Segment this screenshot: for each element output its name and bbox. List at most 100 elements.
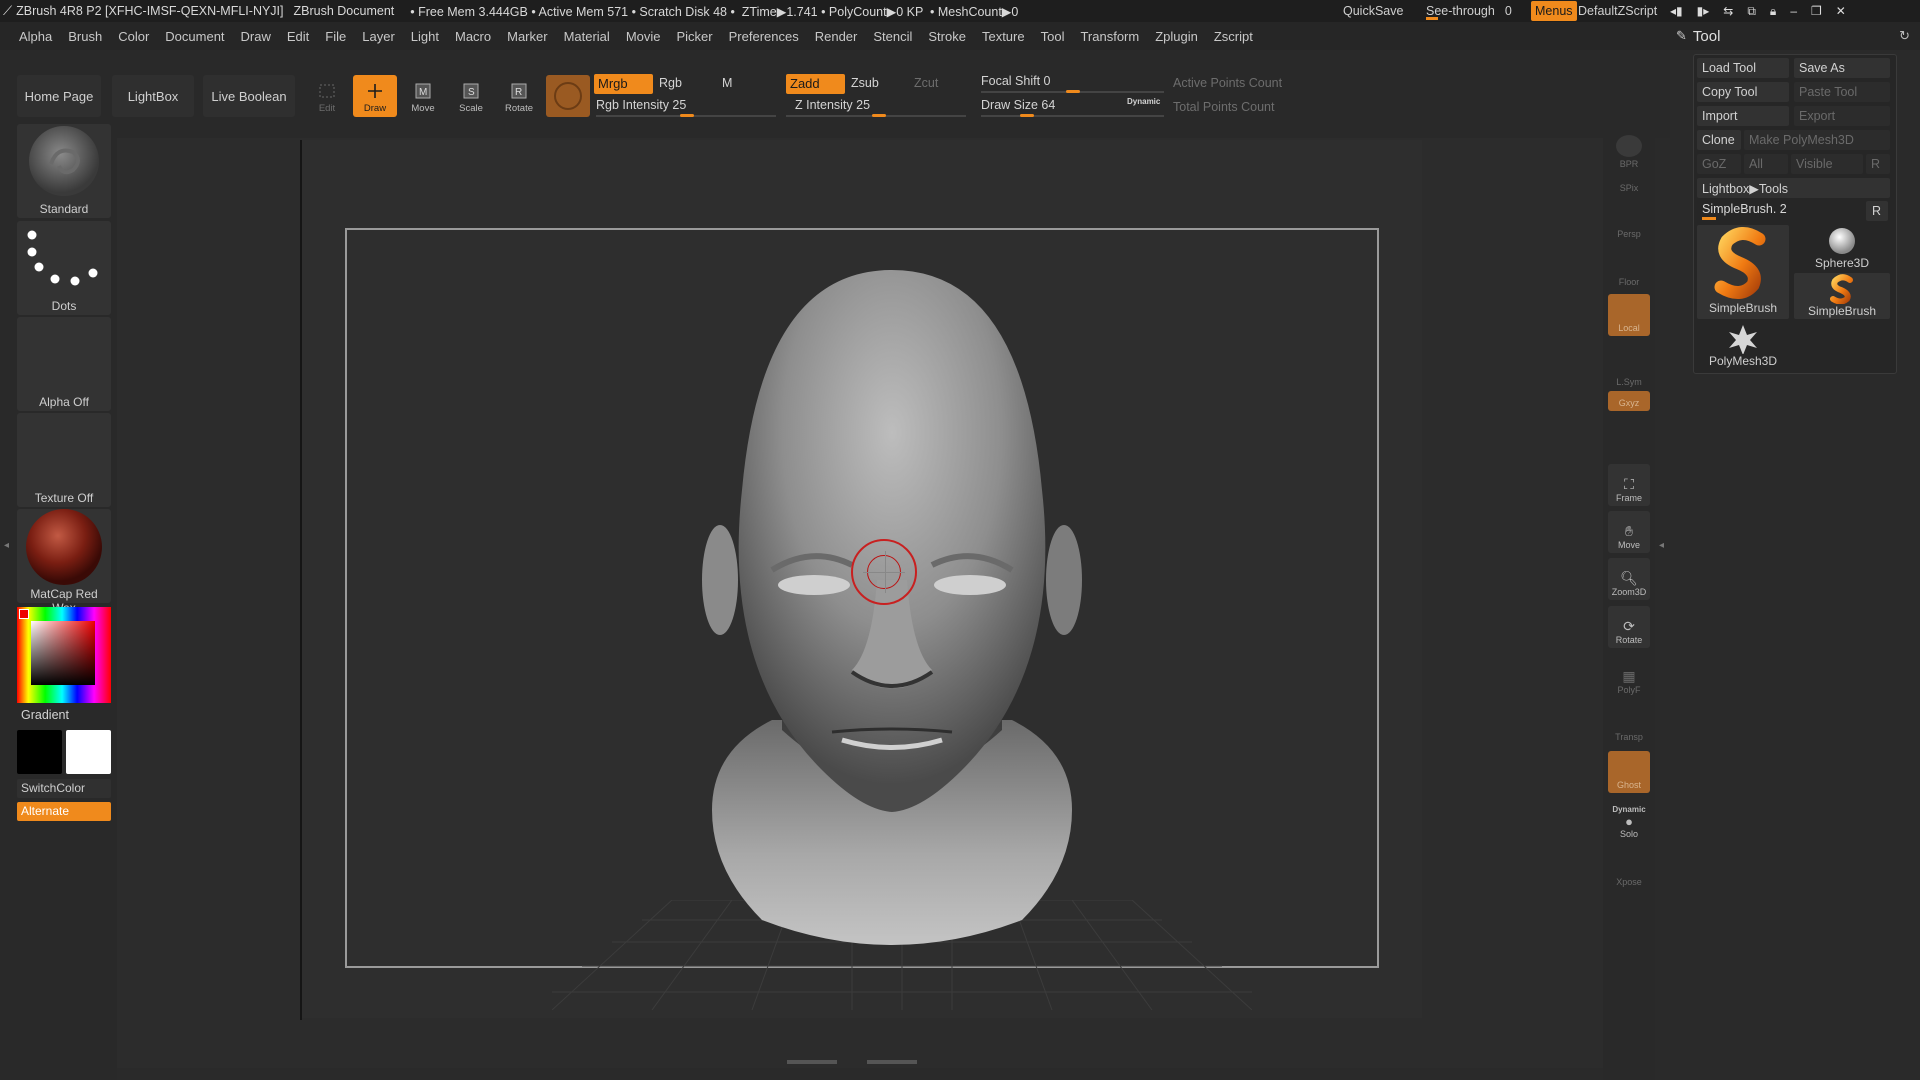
zoom3d-button[interactable]: 🔍︎ Zoom3D (1608, 558, 1650, 600)
tool-thumb-simplebrush[interactable]: SimpleBrush (1697, 225, 1789, 319)
live-boolean-button[interactable]: Live Boolean (203, 75, 295, 117)
brush-selector[interactable]: Standard (17, 124, 111, 218)
zsub-toggle[interactable]: Zsub (851, 76, 879, 90)
menu-document[interactable]: Document (157, 29, 232, 44)
current-tool-slider[interactable]: SimpleBrush. 2 (1697, 200, 1862, 220)
goz-button[interactable]: GoZ (1697, 154, 1741, 174)
alpha-selector[interactable]: Alpha Off (17, 317, 111, 411)
rotate-view-button[interactable]: ⟳ Rotate (1608, 606, 1650, 648)
persp-button[interactable]: Persp (1608, 200, 1650, 242)
make-polymesh-button[interactable]: Make PolyMesh3D (1744, 130, 1890, 150)
see-through-slider[interactable]: See-through 0 (1426, 0, 1518, 22)
head-sculpt[interactable] (702, 250, 1082, 990)
scale-mode-button[interactable]: S Scale (449, 75, 493, 117)
stroke-selector[interactable]: Dots (17, 221, 111, 315)
canvas[interactable] (302, 140, 1422, 1018)
tool-r-button[interactable]: R (1866, 201, 1888, 221)
menu-tool[interactable]: Tool (1033, 29, 1073, 44)
edit-mode-button[interactable]: Edit (305, 75, 349, 117)
solo-button[interactable]: Dynamic ● Solo (1608, 796, 1650, 842)
local-button[interactable]: Local (1608, 294, 1650, 336)
menu-movie[interactable]: Movie (618, 29, 669, 44)
menu-file[interactable]: File (317, 29, 354, 44)
menus-toggle[interactable]: Menus (1531, 1, 1577, 21)
menu-texture[interactable]: Texture (974, 29, 1033, 44)
color-square[interactable] (31, 621, 95, 685)
menu-zscript[interactable]: Zscript (1206, 29, 1261, 44)
zcut-toggle[interactable]: Zcut (914, 76, 938, 90)
import-button[interactable]: Import (1697, 106, 1789, 126)
menu-macro[interactable]: Macro (447, 29, 499, 44)
z-intensity-slider[interactable]: Z Intensity 25 (795, 98, 870, 112)
copy-tool-button[interactable]: Copy Tool (1697, 82, 1789, 102)
m-toggle[interactable]: M (722, 76, 732, 90)
goz-all-button[interactable]: All (1744, 154, 1788, 174)
default-zscript-button[interactable]: DefaultZScript (1578, 0, 1657, 22)
rgb-intensity-slider[interactable]: Rgb Intensity 25 (596, 98, 686, 112)
menu-render[interactable]: Render (807, 29, 866, 44)
goz-visible-button[interactable]: Visible (1791, 154, 1863, 174)
menu-edit[interactable]: Edit (279, 29, 317, 44)
bpr-button[interactable]: BPR (1608, 130, 1650, 172)
layout-left-icon[interactable]: ◂▮ (1670, 4, 1683, 18)
move-mode-button[interactable]: M Move (401, 75, 445, 117)
left-collapse-icon[interactable]: ◂ (4, 540, 9, 551)
maximize-icon[interactable]: ❐ (1811, 4, 1822, 18)
menu-stencil[interactable]: Stencil (865, 29, 920, 44)
xpose-button[interactable]: Xpose (1608, 848, 1650, 890)
move-view-button[interactable]: ✋︎ Move (1608, 511, 1650, 553)
menu-marker[interactable]: Marker (499, 29, 555, 44)
restore-ui-icon[interactable]: ⧉ (1747, 4, 1756, 19)
layout-right-icon[interactable]: ▮▸ (1697, 4, 1710, 18)
tool-thumb-polymesh3d[interactable]: PolyMesh3D (1697, 323, 1789, 369)
switch-color-button[interactable]: SwitchColor (17, 779, 111, 798)
lsym-button[interactable]: L.Sym (1608, 348, 1650, 390)
home-page-button[interactable]: Home Page (17, 75, 101, 117)
draw-mode-button[interactable]: Draw (353, 75, 397, 117)
texture-selector[interactable]: Texture Off (17, 413, 111, 507)
draw-size-slider[interactable]: Draw Size 64 (981, 98, 1055, 112)
transp-button[interactable]: Transp (1608, 703, 1650, 745)
refresh-icon[interactable]: ↻ (1899, 28, 1910, 44)
swap-icon[interactable]: ⇆ (1723, 4, 1733, 18)
secondary-color-swatch[interactable] (66, 730, 111, 774)
spix-slider[interactable]: SPix (1608, 174, 1650, 196)
export-button[interactable]: Export (1794, 106, 1890, 126)
paste-tool-button[interactable]: Paste Tool (1794, 82, 1890, 102)
material-selector[interactable]: MatCap Red Wax (17, 509, 111, 615)
material-swatch-button[interactable] (546, 75, 590, 117)
bottom-tray-handle[interactable] (787, 1060, 917, 1066)
alternate-toggle[interactable]: Alternate (17, 802, 111, 821)
menu-layer[interactable]: Layer (354, 29, 403, 44)
floor-button[interactable]: Floor (1608, 248, 1650, 290)
document-viewport[interactable] (117, 138, 1603, 1068)
menu-zplugin[interactable]: Zplugin (1147, 29, 1206, 44)
rotate-mode-button[interactable]: R Rotate (497, 75, 541, 117)
lock-icon[interactable]: 🔒︎ (1770, 4, 1776, 19)
clone-button[interactable]: Clone (1697, 130, 1741, 150)
menu-material[interactable]: Material (556, 29, 618, 44)
ghost-button[interactable]: Ghost (1608, 751, 1650, 793)
right-collapse-icon[interactable]: ◂ (1659, 540, 1664, 551)
minimize-icon[interactable]: – (1790, 4, 1797, 18)
menu-color[interactable]: Color (110, 29, 157, 44)
goz-r-button[interactable]: R (1866, 154, 1890, 174)
menu-brush[interactable]: Brush (60, 29, 110, 44)
load-tool-button[interactable]: Load Tool (1697, 58, 1789, 78)
tool-thumb-sphere3d[interactable]: Sphere3D (1794, 225, 1890, 271)
menu-picker[interactable]: Picker (669, 29, 721, 44)
menu-draw[interactable]: Draw (233, 29, 279, 44)
rgb-toggle[interactable]: Rgb (659, 76, 682, 90)
gradient-toggle[interactable]: Gradient (21, 708, 69, 722)
menu-preferences[interactable]: Preferences (721, 29, 807, 44)
polyf-button[interactable]: ▦ PolyF (1608, 656, 1650, 698)
menu-alpha[interactable]: Alpha (11, 29, 60, 44)
lightbox-tools-button[interactable]: Lightbox▶Tools (1697, 178, 1890, 198)
frame-button[interactable]: ⛶ Frame (1608, 464, 1650, 506)
dynamic-toggle[interactable]: Dynamic (1127, 97, 1160, 106)
color-picker[interactable] (17, 607, 111, 703)
close-icon[interactable]: ✕ (1836, 4, 1846, 18)
xyz-button[interactable]: Gxyz (1608, 391, 1650, 411)
main-color-swatch[interactable] (17, 730, 62, 774)
menu-light[interactable]: Light (403, 29, 447, 44)
